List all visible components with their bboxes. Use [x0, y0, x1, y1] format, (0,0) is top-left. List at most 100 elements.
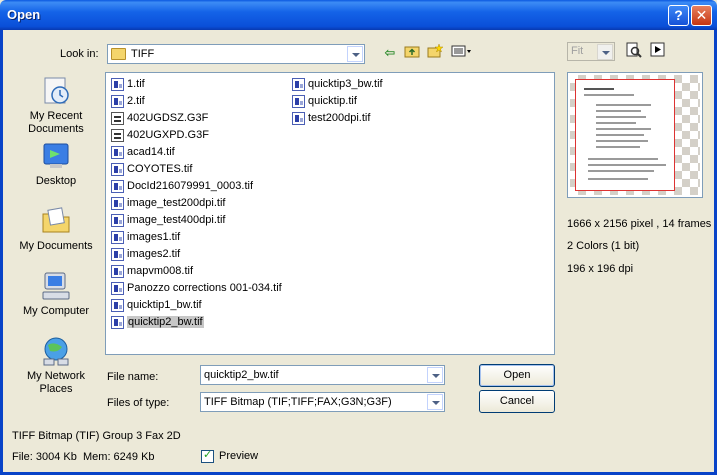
- place-label: Desktop: [35, 175, 77, 187]
- file-name: 402UGXPD.G3F: [127, 129, 209, 141]
- file-type-chevron-down-icon[interactable]: [427, 394, 443, 410]
- tif-file-icon: [111, 95, 124, 108]
- tif-file-icon: [111, 265, 124, 278]
- file-name: 2.tif: [127, 95, 145, 107]
- close-button[interactable]: ✕: [691, 5, 712, 26]
- help-button[interactable]: ?: [668, 5, 689, 26]
- file-name-label: File name:: [107, 371, 159, 383]
- file-item[interactable]: test200dpi.tif: [289, 110, 383, 127]
- file-item[interactable]: 402UGXPD.G3F: [108, 127, 282, 144]
- file-item[interactable]: mapvm008.tif: [108, 263, 282, 280]
- window-title: Open: [7, 7, 41, 22]
- tif-file-icon: [292, 112, 305, 125]
- file-name: DocId216079991_0003.tif: [127, 180, 253, 192]
- tif-file-icon: [292, 95, 305, 108]
- g3f-file-icon: [111, 112, 124, 125]
- file-name: 1.tif: [127, 78, 145, 90]
- file-name-input[interactable]: quicktip2_bw.tif: [200, 365, 445, 385]
- tif-file-icon: [111, 197, 124, 210]
- place-recent[interactable]: My Recent Documents: [12, 75, 100, 136]
- place-label: My Network Places: [26, 370, 86, 395]
- tif-file-icon: [111, 282, 124, 295]
- file-item[interactable]: images2.tif: [108, 246, 282, 263]
- tif-file-icon: [111, 78, 124, 91]
- file-type-select[interactable]: TIFF Bitmap (TIF;TIFF;FAX;G3N;G3F): [200, 392, 445, 412]
- file-list[interactable]: 1.tif 2.tif 402UGDSZ.G3F 402UGXPD.G3F ac…: [105, 72, 555, 355]
- zoom-chevron-down-icon[interactable]: [597, 44, 613, 60]
- chevron-down-icon[interactable]: [347, 46, 363, 62]
- file-item[interactable]: image_test200dpi.tif: [108, 195, 282, 212]
- file-item[interactable]: quicktip1_bw.tif: [108, 297, 282, 314]
- file-name: quicktip2_bw.tif: [127, 316, 204, 328]
- zoom-combo[interactable]: Fit: [567, 42, 615, 61]
- tif-file-icon: [111, 180, 124, 193]
- place-desktop[interactable]: Desktop: [12, 140, 100, 188]
- file-item[interactable]: DocId216079991_0003.tif: [108, 178, 282, 195]
- title-bar: Open ? ✕: [0, 0, 717, 30]
- file-item[interactable]: quicktip.tif: [289, 93, 383, 110]
- file-column-1: 1.tif 2.tif 402UGDSZ.G3F 402UGXPD.G3F ac…: [108, 76, 282, 331]
- preview-page-image: [575, 79, 675, 191]
- file-name: image_test400dpi.tif: [127, 214, 226, 226]
- place-my-computer[interactable]: My Computer: [12, 270, 100, 318]
- file-column-2: quicktip3_bw.tif quicktip.tif test200dpi…: [289, 76, 383, 127]
- file-name: Panozzo corrections 001-034.tif: [127, 282, 282, 294]
- back-arrow-icon[interactable]: ⇦: [380, 44, 400, 62]
- file-item[interactable]: quicktip3_bw.tif: [289, 76, 383, 93]
- tif-file-icon: [111, 146, 124, 159]
- preview-background: [570, 75, 700, 195]
- my-computer-icon: [40, 270, 72, 302]
- tif-file-icon: [111, 214, 124, 227]
- file-item[interactable]: acad14.tif: [108, 144, 282, 161]
- tif-file-icon: [111, 316, 124, 329]
- my-documents-icon: [40, 205, 72, 237]
- new-folder-icon[interactable]: [425, 43, 445, 62]
- look-in-combo[interactable]: TIFF: [107, 44, 365, 64]
- file-name: acad14.tif: [127, 146, 175, 158]
- g3f-file-icon: [111, 129, 124, 142]
- cancel-button[interactable]: Cancel: [479, 390, 555, 413]
- file-name: image_test200dpi.tif: [127, 197, 226, 209]
- preview-magnify-icon[interactable]: [624, 42, 644, 60]
- place-label: My Documents: [19, 240, 93, 252]
- views-menu-icon[interactable]: [450, 44, 474, 62]
- image-dimensions: 1666 x 2156 pixel , 14 frames: [567, 218, 712, 230]
- place-label: My Computer: [22, 305, 90, 317]
- folder-icon: [111, 48, 126, 60]
- file-item-selected[interactable]: quicktip2_bw.tif: [108, 314, 282, 331]
- place-label: My Recent Documents: [28, 110, 84, 135]
- open-button[interactable]: Open: [479, 364, 555, 387]
- tif-file-icon: [111, 231, 124, 244]
- place-network[interactable]: My Network Places: [12, 335, 100, 396]
- preview-checkbox[interactable]: ✓: [201, 449, 214, 463]
- tif-file-icon: [111, 163, 124, 176]
- file-item[interactable]: Panozzo corrections 001-034.tif: [108, 280, 282, 297]
- file-name: 402UGDSZ.G3F: [127, 112, 209, 124]
- tif-file-icon: [111, 299, 124, 312]
- preview-checkbox-label: Preview: [219, 450, 259, 462]
- zoom-value: Fit: [571, 45, 584, 57]
- file-name: images2.tif: [127, 248, 181, 260]
- preview-thumbnail: [567, 72, 703, 198]
- file-item[interactable]: images1.tif: [108, 229, 282, 246]
- file-name-value: quicktip2_bw.tif: [204, 369, 279, 381]
- file-name-chevron-down-icon[interactable]: [427, 367, 443, 383]
- file-name: quicktip3_bw.tif: [308, 78, 383, 90]
- file-item[interactable]: 402UGDSZ.G3F: [108, 110, 282, 127]
- file-item[interactable]: 2.tif: [108, 93, 282, 110]
- checkmark-icon: ✓: [203, 449, 213, 461]
- image-colors: 2 Colors (1 bit): [567, 240, 640, 252]
- file-item[interactable]: COYOTES.tif: [108, 161, 282, 178]
- file-name: images1.tif: [127, 231, 181, 243]
- file-name: quicktip.tif: [308, 95, 357, 107]
- up-folder-icon[interactable]: [402, 44, 422, 62]
- file-item[interactable]: image_test400dpi.tif: [108, 212, 282, 229]
- format-description: TIFF Bitmap (TIF) Group 3 Fax 2D: [12, 430, 181, 442]
- file-item[interactable]: 1.tif: [108, 76, 282, 93]
- file-name: test200dpi.tif: [308, 112, 371, 124]
- play-icon[interactable]: [648, 42, 668, 60]
- file-name: quicktip1_bw.tif: [127, 299, 202, 311]
- desktop-icon: [40, 140, 72, 172]
- place-my-documents[interactable]: My Documents: [12, 205, 100, 253]
- image-dpi: 196 x 196 dpi: [567, 263, 634, 275]
